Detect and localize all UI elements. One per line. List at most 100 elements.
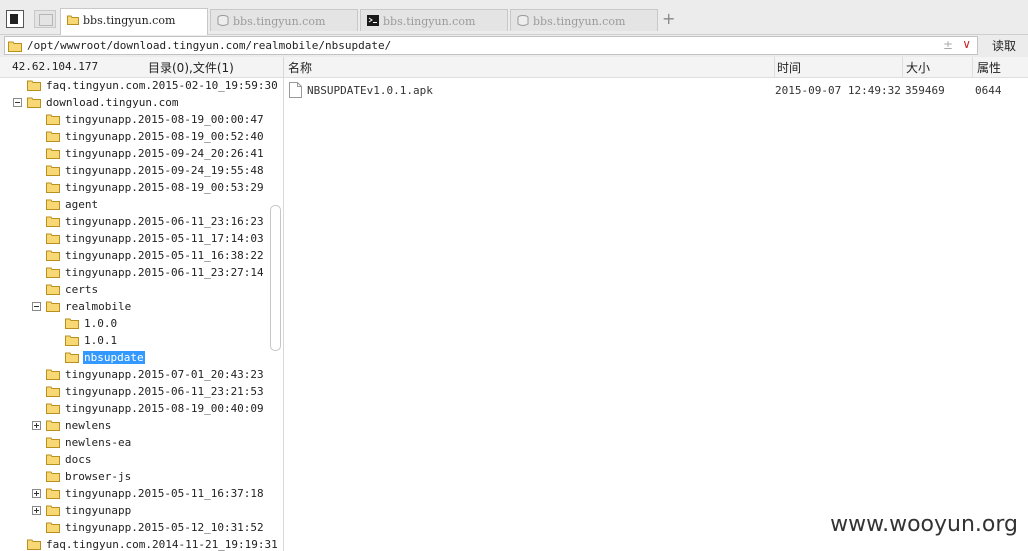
tab-bar: bbs.tingyun.com bbs.tingyun.com bbs.ting… — [0, 0, 1028, 35]
folder-icon — [67, 15, 79, 25]
tree-item[interactable]: tingyunapp.2015-05-11_17:14:03 — [0, 231, 268, 248]
tree-item[interactable]: realmobile — [0, 299, 268, 316]
tree-item-label: tingyunapp.2015-06-11_23:16:23 — [65, 215, 264, 228]
read-button[interactable]: 读取 — [982, 36, 1026, 55]
tree-item[interactable]: tingyunapp.2015-06-11_23:27:14 — [0, 265, 268, 282]
folder-icon — [27, 97, 41, 108]
file-icon — [289, 82, 302, 98]
tree-item[interactable]: tingyunapp.2015-06-11_23:21:53 — [0, 384, 268, 401]
path-field: ± ∨ — [4, 36, 978, 55]
terminal-icon — [367, 15, 379, 26]
expand-icon[interactable] — [32, 489, 41, 498]
tree-item-label: tingyunapp.2015-06-11_23:27:14 — [65, 266, 264, 279]
tab-1[interactable]: bbs.tingyun.com — [60, 8, 208, 35]
tree-item[interactable]: docs — [0, 452, 268, 469]
folder-icon — [46, 437, 60, 448]
address-bar: ± ∨ 读取 — [0, 35, 1028, 58]
collapse-icon[interactable] — [13, 98, 22, 107]
tab-overview-button[interactable] — [34, 10, 56, 28]
plus-minus-icon[interactable]: ± — [943, 38, 953, 52]
tree-item[interactable]: tingyunapp.2015-05-11_16:37:18 — [0, 486, 268, 503]
tab-2[interactable]: bbs.tingyun.com — [210, 9, 358, 31]
tree-scrollbar[interactable] — [270, 205, 281, 351]
database-icon — [517, 15, 529, 26]
folder-icon — [27, 539, 41, 550]
tree-item[interactable]: faq.tingyun.com.2015-02-10_19:59:30 — [0, 78, 278, 95]
tree-item-label: tingyunapp.2015-08-19_00:40:09 — [65, 402, 264, 415]
tree-item[interactable]: agent — [0, 197, 268, 214]
folder-icon — [46, 216, 60, 227]
tree-item[interactable]: nbsupdate — [0, 350, 268, 367]
tree-item-label: newlens — [65, 419, 112, 432]
folder-icon — [46, 250, 60, 261]
tree-item-label: tingyunapp.2015-05-11_16:38:22 — [65, 249, 264, 262]
tree-item[interactable]: tingyunapp.2015-08-19_00:00:47 — [0, 112, 268, 129]
tab-4[interactable]: bbs.tingyun.com — [510, 9, 658, 31]
tree-item[interactable]: tingyunapp.2015-08-19_00:52:40 — [0, 129, 268, 146]
tree-item-label: download.tingyun.com — [46, 96, 179, 109]
column-divider[interactable] — [774, 57, 775, 77]
tree-item-label: tingyunapp — [65, 504, 132, 517]
column-header-time[interactable]: 时间 — [777, 59, 801, 76]
tab-label: bbs.tingyun.com — [83, 14, 176, 27]
directory-tree-pane: 42.62.104.177 目录(0),文件(1) faq.tingyun.co… — [0, 57, 284, 551]
folder-icon — [46, 522, 60, 533]
tree-item[interactable]: tingyunapp.2015-09-24_20:26:41 — [0, 146, 268, 163]
tree-item-label: tingyunapp.2015-08-19_00:00:47 — [65, 113, 264, 126]
tree-item[interactable]: faq.tingyun.com.2014-11-21_19:19:31 — [0, 537, 278, 551]
folder-icon — [46, 284, 60, 295]
file-row[interactable]: NBSUPDATEv1.0.1.apk 2015-09-07 12:49:32 … — [284, 81, 1028, 99]
tree-item[interactable]: 1.0.0 — [0, 316, 268, 333]
expand-icon[interactable] — [32, 506, 41, 515]
tree-item-label: 1.0.0 — [84, 317, 118, 330]
file-list-pane: 名称 时间 大小 属性 NBSUPDATEv1.0.1.apk 2015-09-… — [284, 57, 1028, 551]
sidebar-toggle-icon[interactable] — [6, 10, 24, 28]
chevron-down-icon[interactable]: ∨ — [962, 37, 971, 51]
tree-item-label: tingyunapp.2015-08-19_00:53:29 — [65, 181, 264, 194]
tree-header: 42.62.104.177 目录(0),文件(1) — [0, 57, 283, 78]
file-list-header: 名称 时间 大小 属性 — [284, 57, 1028, 78]
expand-icon[interactable] — [32, 421, 41, 430]
tree-item-label: agent — [65, 198, 99, 211]
tree-item[interactable]: 1.0.1 — [0, 333, 268, 350]
tree-item-label: 1.0.1 — [84, 334, 118, 347]
tree-item-label: tingyunapp.2015-06-11_23:21:53 — [65, 385, 264, 398]
tree-item[interactable]: tingyunapp.2015-09-24_19:55:48 — [0, 163, 268, 180]
tree-item-label: certs — [65, 283, 99, 296]
tab-3[interactable]: bbs.tingyun.com — [360, 9, 508, 31]
tree-item-label: tingyunapp.2015-09-24_19:55:48 — [65, 164, 264, 177]
folder-icon — [46, 165, 60, 176]
tree-item[interactable]: tingyunapp.2015-08-19_00:53:29 — [0, 180, 268, 197]
tree-item[interactable]: certs — [0, 282, 268, 299]
column-header-attr[interactable]: 属性 — [977, 59, 1001, 76]
tree-item[interactable]: tingyunapp.2015-08-19_00:40:09 — [0, 401, 268, 418]
path-input[interactable] — [27, 37, 927, 54]
folder-icon — [46, 114, 60, 125]
file-attr: 0644 — [975, 84, 1002, 97]
tree-item[interactable]: tingyunapp — [0, 503, 268, 520]
column-divider[interactable] — [902, 57, 903, 77]
tree-item-label: browser-js — [65, 470, 132, 483]
tree-item[interactable]: tingyunapp.2015-05-11_16:38:22 — [0, 248, 268, 265]
folder-icon — [46, 403, 60, 414]
column-header-name[interactable]: 名称 — [288, 59, 312, 76]
tree-item[interactable]: newlens — [0, 418, 268, 435]
folder-icon — [46, 505, 60, 516]
tree-item-label: docs — [65, 453, 92, 466]
column-divider[interactable] — [972, 57, 973, 77]
folder-icon — [65, 335, 79, 346]
tree-item-label: faq.tingyun.com.2014-11-21_19:19:31 — [46, 538, 278, 551]
folder-icon — [27, 80, 41, 91]
tree-item[interactable]: download.tingyun.com — [0, 95, 268, 112]
collapse-icon[interactable] — [32, 302, 41, 311]
new-tab-button[interactable]: + — [662, 10, 675, 28]
file-time: 2015-09-07 12:49:32 — [775, 84, 901, 97]
tree-item[interactable]: newlens-ea — [0, 435, 268, 452]
dir-file-counts: 目录(0),文件(1) — [148, 61, 234, 75]
column-header-size[interactable]: 大小 — [906, 59, 930, 76]
tree-item[interactable]: tingyunapp.2015-07-01_20:43:23 — [0, 367, 268, 384]
tree-item[interactable]: tingyunapp.2015-06-11_23:16:23 — [0, 214, 268, 231]
folder-icon — [46, 301, 60, 312]
tree-item[interactable]: tingyunapp.2015-05-12_10:31:52 — [0, 520, 268, 537]
tree-item[interactable]: browser-js — [0, 469, 268, 486]
